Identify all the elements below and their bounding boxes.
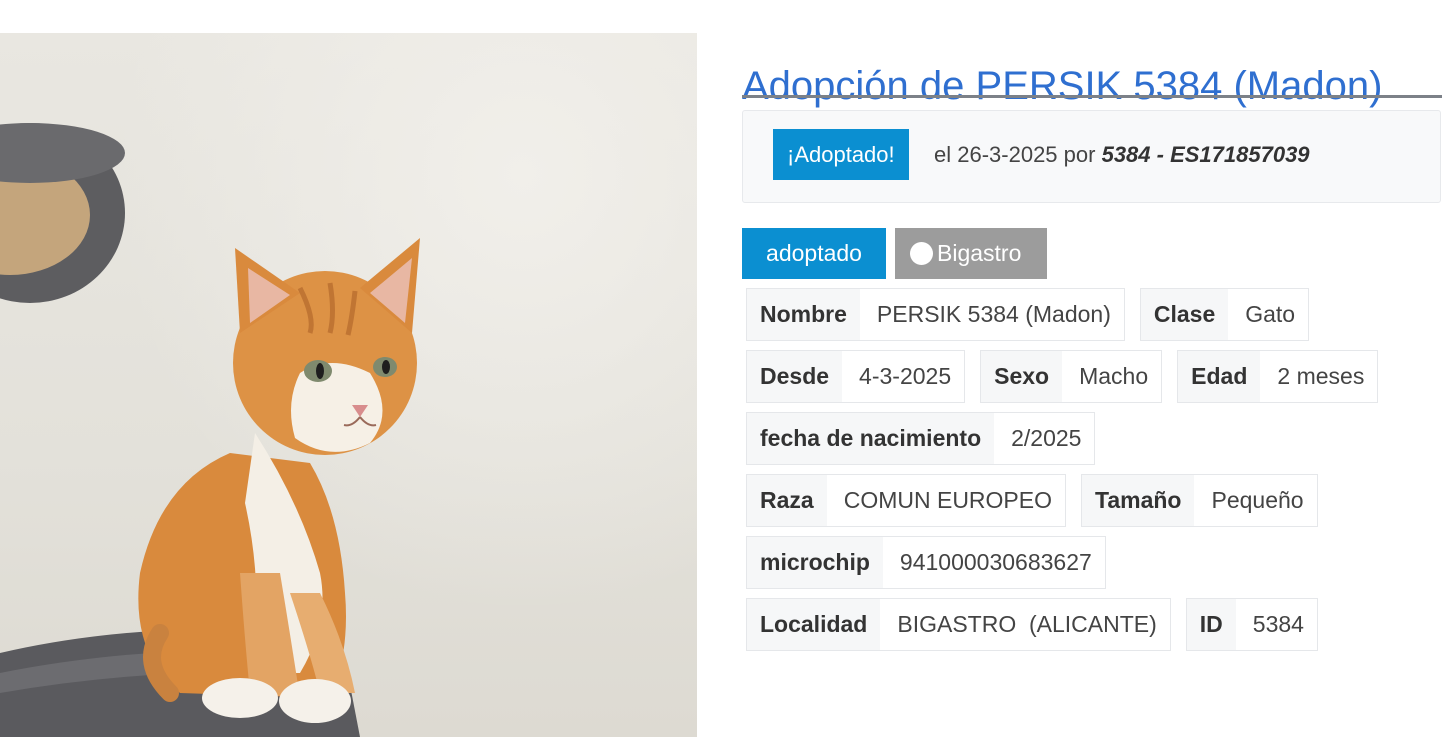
field-value: COMUN EUROPEO — [826, 475, 1065, 526]
field-label: Raza — [747, 475, 827, 526]
title-divider — [742, 95, 1442, 98]
field-raza: Raza COMUN EUROPEO — [746, 474, 1066, 527]
circle-icon — [910, 242, 933, 265]
field-label: Sexo — [981, 351, 1063, 402]
field-localidad: Localidad BIGASTRO (ALICANTE) — [746, 598, 1171, 651]
adopted-badge: ¡Adoptado! — [773, 129, 909, 180]
field-value: Gato — [1228, 289, 1309, 340]
fields-row-2: Desde 4-3-2025 Sexo Macho Edad 2 meses — [746, 350, 1379, 403]
field-label: microchip — [747, 537, 883, 588]
adoption-info: el 26-3-2025 por 5384 - ES171857039 — [934, 129, 1310, 180]
field-label: Tamaño — [1082, 475, 1195, 526]
field-label: fecha de nacimiento — [747, 413, 995, 464]
field-value: Pequeño — [1194, 475, 1317, 526]
field-label: Clase — [1140, 289, 1229, 340]
field-value: 5384 — [1235, 599, 1317, 650]
field-label: Desde — [747, 351, 843, 402]
fields-row-6: Localidad BIGASTRO (ALICANTE) ID 5384 — [746, 598, 1318, 651]
field-fecha-nacimiento: fecha de nacimiento 2/2025 — [746, 412, 1096, 465]
field-desde: Desde 4-3-2025 — [746, 350, 966, 403]
pet-details: Adopción de PERSIK 5384 (Madon) ¡Adoptad… — [742, 0, 1444, 737]
field-sexo: Sexo Macho — [980, 350, 1163, 403]
field-clase: Clase Gato — [1139, 288, 1310, 341]
fields-row-1: Nombre PERSIK 5384 (Madon) Clase Gato — [746, 288, 1310, 341]
field-nombre: Nombre PERSIK 5384 (Madon) — [746, 288, 1125, 341]
field-value: BIGASTRO (ALICANTE) — [880, 599, 1170, 650]
adoption-panel: ¡Adoptado! el 26-3-2025 por 5384 - ES171… — [742, 110, 1441, 203]
location-tag[interactable]: Bigastro — [895, 228, 1047, 279]
field-tamano: Tamaño Pequeño — [1081, 474, 1318, 527]
field-label: ID — [1186, 599, 1236, 650]
kitten-illustration — [0, 123, 420, 737]
field-value: Macho — [1062, 351, 1162, 402]
fields-row-5: microchip 941000030683627 — [746, 536, 1106, 589]
adopter-id: 5384 - ES171857039 — [1101, 142, 1310, 167]
field-label: Nombre — [747, 289, 860, 340]
field-edad: Edad 2 meses — [1177, 350, 1379, 403]
field-label: Edad — [1178, 351, 1261, 402]
fields-row-3: fecha de nacimiento 2/2025 — [746, 412, 1096, 465]
field-value: 941000030683627 — [882, 537, 1105, 588]
field-microchip: microchip 941000030683627 — [746, 536, 1106, 589]
field-value: PERSIK 5384 (Madon) — [859, 289, 1124, 340]
fields-row-4: Raza COMUN EUROPEO Tamaño Pequeño — [746, 474, 1318, 527]
adoption-date-text: el 26-3-2025 por — [934, 142, 1096, 167]
pet-photo[interactable] — [0, 33, 697, 737]
location-tag-label: Bigastro — [937, 240, 1022, 266]
field-id: ID 5384 — [1185, 598, 1318, 651]
field-value: 2/2025 — [994, 413, 1095, 464]
field-value: 2 meses — [1260, 351, 1378, 402]
field-label: Localidad — [747, 599, 881, 650]
status-tag[interactable]: adoptado — [742, 228, 886, 279]
page-title: Adopción de PERSIK 5384 (Madon) — [742, 63, 1383, 108]
field-value: 4-3-2025 — [842, 351, 965, 402]
